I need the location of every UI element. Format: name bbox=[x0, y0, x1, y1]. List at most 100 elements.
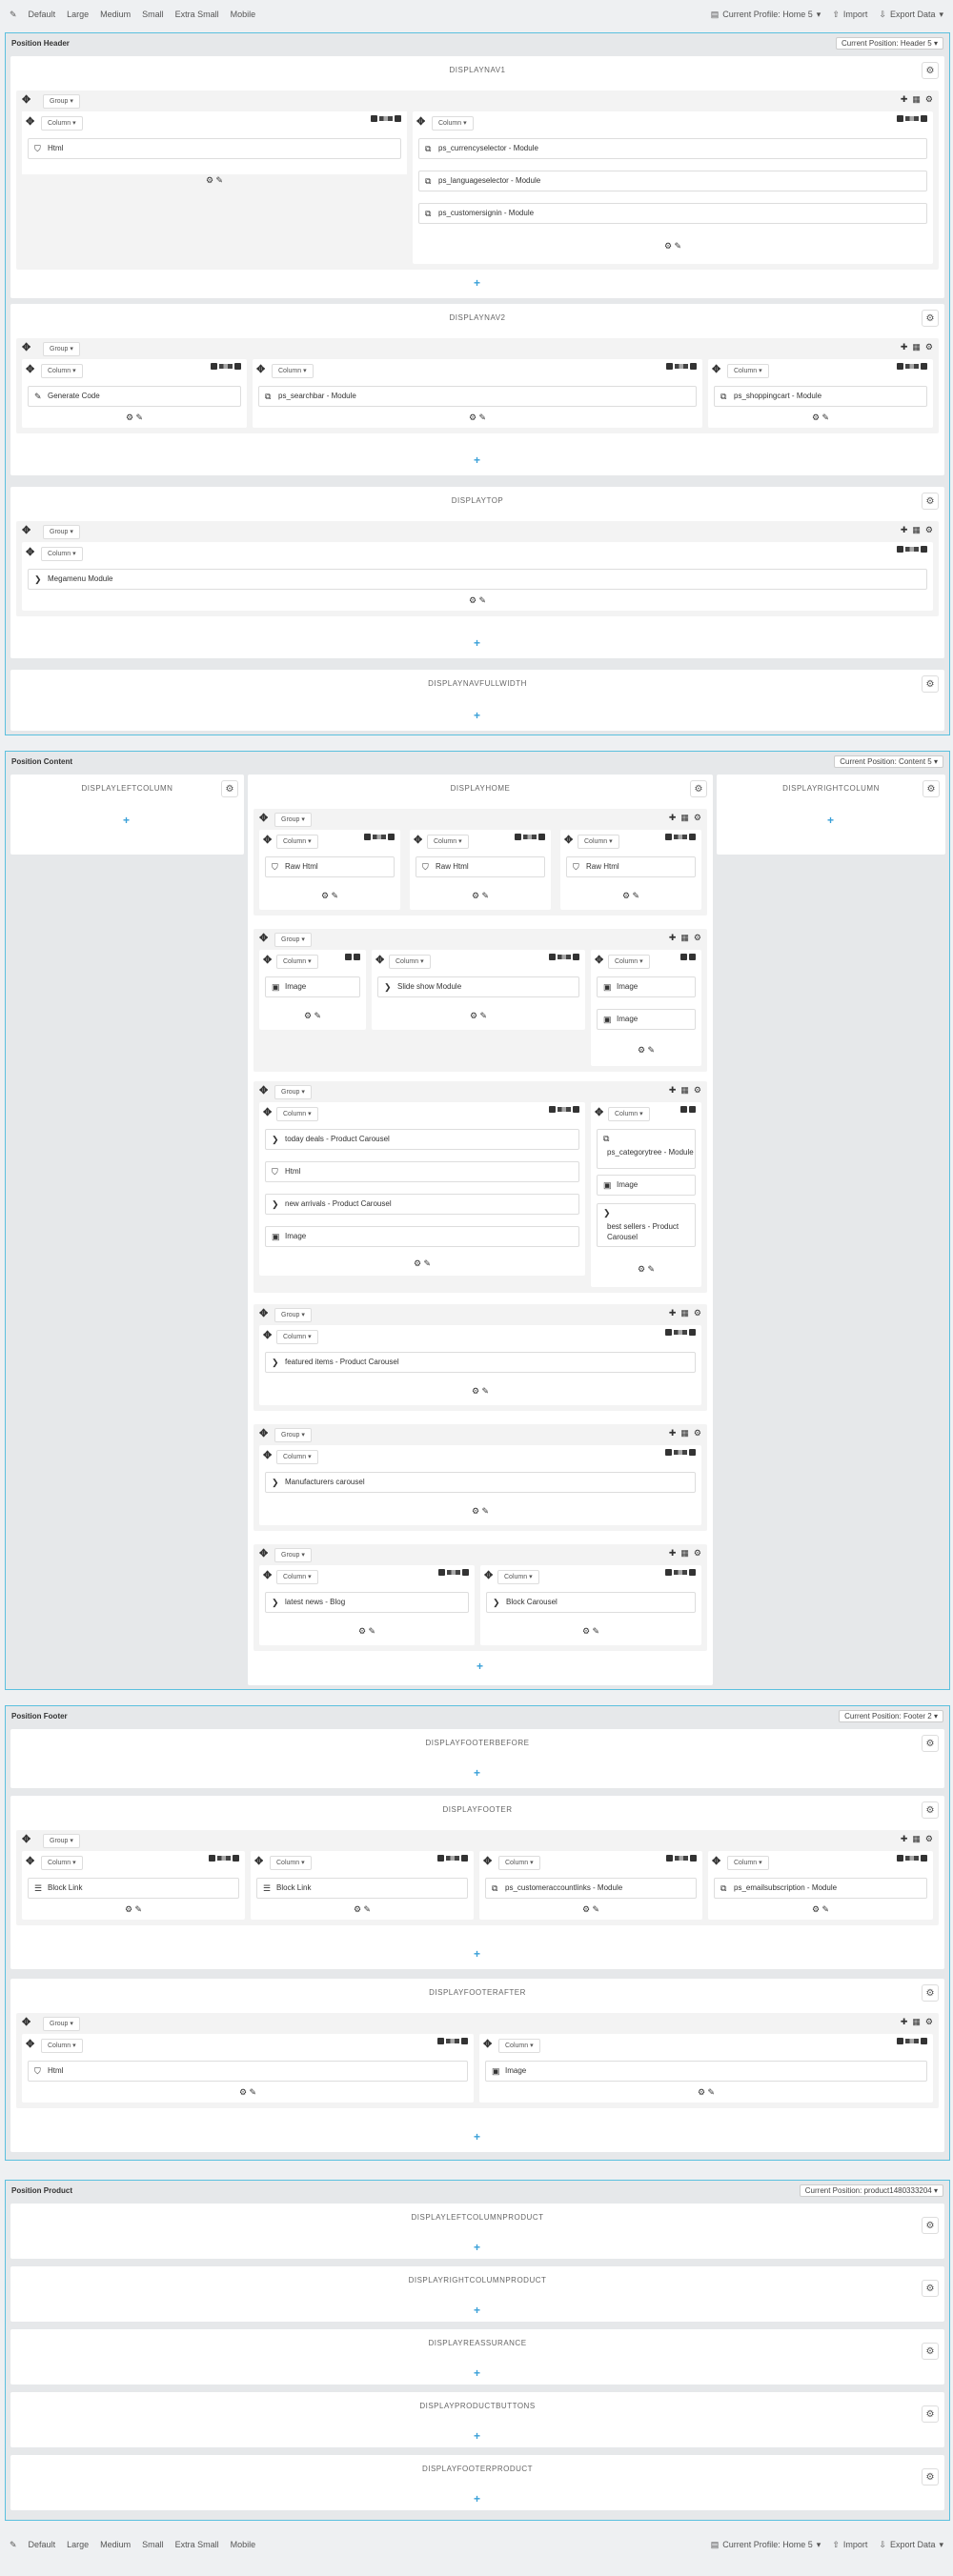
add-group-button[interactable]: + bbox=[827, 815, 834, 826]
gear-icon[interactable]: ⚙ bbox=[922, 2280, 939, 2297]
module-image[interactable]: ▣ Image bbox=[265, 976, 360, 997]
current-position-dropdown[interactable]: Current Position: Footer 2 ▾ bbox=[839, 1709, 943, 1722]
device-medium[interactable]: Medium bbox=[100, 10, 131, 19]
gear-icon[interactable]: ⚙ bbox=[922, 2217, 939, 2234]
device-large[interactable]: Large bbox=[67, 2540, 89, 2549]
import-button[interactable]: ⇧ Import bbox=[832, 10, 867, 20]
module-image[interactable]: ▣ Image bbox=[485, 2061, 927, 2082]
gear-icon[interactable]: ⚙ bbox=[922, 1984, 939, 2002]
column-footer[interactable]: ⚙ ✎ bbox=[413, 241, 933, 252]
add-group-button[interactable]: + bbox=[474, 2430, 480, 2442]
profile-dropdown[interactable]: ▤ Current Profile: Home 5 ▾ bbox=[711, 2540, 821, 2550]
device-extra-small[interactable]: Extra Small bbox=[175, 10, 219, 19]
module-categorytree[interactable]: ⧉ ps_categorytree - Module bbox=[597, 1129, 696, 1169]
device-mobile[interactable]: Mobile bbox=[231, 2540, 256, 2549]
plus-icon[interactable] bbox=[395, 115, 401, 122]
gear-icon[interactable]: ⚙ bbox=[922, 1735, 939, 1752]
gear-icon[interactable]: ⚙ bbox=[690, 780, 707, 797]
add-group-button[interactable]: + bbox=[123, 815, 130, 826]
add-group-button[interactable]: + bbox=[474, 2242, 480, 2253]
add-group-button[interactable]: + bbox=[474, 1767, 480, 1779]
add-group-button[interactable]: + bbox=[476, 1660, 483, 1672]
gear-icon[interactable]: ⚙ bbox=[221, 780, 238, 797]
module-today-deals[interactable]: ❯ today deals - Product Carousel bbox=[265, 1129, 579, 1150]
settings-icon[interactable]: ⚙ bbox=[925, 94, 933, 105]
module-raw-html[interactable]: ⛉ Raw Html bbox=[265, 856, 395, 877]
module-manufacturers-carousel[interactable]: ❯ Manufacturers carousel bbox=[265, 1472, 696, 1493]
move-icon[interactable]: ✥ bbox=[22, 95, 30, 106]
add-group-button[interactable]: + bbox=[474, 454, 480, 466]
current-position-dropdown[interactable]: Current Position: product1480333204 ▾ bbox=[799, 2184, 943, 2197]
module-emailsubscription[interactable]: ⧉ ps_emailsubscription - Module bbox=[714, 1878, 927, 1899]
add-group-button[interactable]: + bbox=[474, 637, 480, 649]
column-dropdown[interactable]: Column ▾ bbox=[432, 116, 474, 131]
device-large[interactable]: Large bbox=[67, 10, 89, 19]
module-latest-news[interactable]: ❯ latest news - Blog bbox=[265, 1592, 469, 1613]
gear-icon[interactable]: ⚙ bbox=[922, 1801, 939, 1819]
current-position-dropdown[interactable]: Current Position: Header 5 ▾ bbox=[836, 36, 943, 50]
module-image[interactable]: ▣ Image bbox=[597, 1009, 696, 1030]
module-slideshow[interactable]: ❯ Slide show Module bbox=[377, 976, 579, 997]
module-megamenu[interactable]: ❯ Megamenu Module bbox=[28, 569, 927, 590]
add-column-icon[interactable]: ✚ bbox=[901, 94, 908, 105]
add-group-button[interactable]: + bbox=[474, 1948, 480, 1960]
minus-icon[interactable] bbox=[371, 115, 377, 122]
group-dropdown[interactable]: Group ▾ bbox=[43, 342, 80, 356]
module-best-sellers[interactable]: ❯ best sellers - Product Carousel bbox=[597, 1203, 696, 1247]
column-footer[interactable]: ⚙ ✎ bbox=[22, 175, 407, 186]
add-group-button[interactable]: + bbox=[474, 2131, 480, 2143]
module-raw-html[interactable]: ⛉ Raw Html bbox=[566, 856, 696, 877]
width-icon[interactable] bbox=[379, 116, 393, 121]
device-small[interactable]: Small bbox=[142, 2540, 164, 2549]
layout-icon[interactable]: ▦ bbox=[912, 94, 921, 105]
add-group-button[interactable]: + bbox=[474, 710, 480, 721]
module-image[interactable]: ▣ Image bbox=[265, 1226, 579, 1247]
module-html[interactable]: ⛉ Html bbox=[265, 1161, 579, 1182]
move-icon[interactable]: ✥ bbox=[22, 343, 30, 353]
device-small[interactable]: Small bbox=[142, 10, 164, 19]
add-group-button[interactable]: + bbox=[474, 2493, 480, 2505]
gear-icon[interactable]: ⚙ bbox=[922, 675, 939, 693]
gear-icon[interactable]: ⚙ bbox=[922, 493, 939, 510]
module-html[interactable]: ⛉ Html bbox=[28, 2061, 468, 2082]
gear-icon[interactable]: ⚙ bbox=[922, 2343, 939, 2360]
module-image[interactable]: ▣ Image bbox=[597, 976, 696, 997]
group-dropdown[interactable]: Group ▾ bbox=[43, 94, 80, 109]
import-button[interactable]: ⇧ Import bbox=[832, 2540, 867, 2550]
module-block-link[interactable]: ☰ Block Link bbox=[28, 1878, 239, 1899]
move-icon[interactable]: ✥ bbox=[416, 117, 425, 128]
export-button[interactable]: ⇩ Export Data ▾ bbox=[879, 2540, 943, 2550]
device-default[interactable]: Default bbox=[29, 10, 56, 19]
module-image[interactable]: ▣ Image bbox=[597, 1175, 696, 1196]
module-generate-code[interactable]: ✎ Generate Code bbox=[28, 386, 241, 407]
device-medium[interactable]: Medium bbox=[100, 2540, 131, 2549]
current-position-dropdown[interactable]: Current Position: Content 5 ▾ bbox=[834, 755, 943, 768]
gear-icon[interactable]: ⚙ bbox=[923, 780, 940, 797]
module-languageselector[interactable]: ⧉ ps_languageselector - Module bbox=[418, 171, 927, 191]
module-block-carousel[interactable]: ❯ Block Carousel bbox=[486, 1592, 696, 1613]
gear-icon[interactable]: ⚙ bbox=[922, 2405, 939, 2423]
module-shoppingcart[interactable]: ⧉ ps_shoppingcart - Module bbox=[714, 386, 927, 407]
module-raw-html[interactable]: ⛉ Raw Html bbox=[416, 856, 545, 877]
device-default[interactable]: Default bbox=[29, 2540, 56, 2549]
column-dropdown[interactable]: Column ▾ bbox=[41, 116, 83, 131]
export-button[interactable]: ⇩ Export Data ▾ bbox=[879, 10, 943, 20]
gear-icon[interactable]: ⚙ bbox=[922, 2468, 939, 2485]
module-block-link[interactable]: ☰ Block Link bbox=[256, 1878, 468, 1899]
device-mobile[interactable]: Mobile bbox=[231, 10, 256, 19]
module-featured-items[interactable]: ❯ featured items - Product Carousel bbox=[265, 1352, 696, 1373]
wrench-icon[interactable]: ✎ bbox=[10, 10, 17, 20]
gear-icon[interactable]: ⚙ bbox=[922, 310, 939, 327]
module-html[interactable]: ⛉ Html bbox=[28, 138, 401, 159]
add-group-button[interactable]: + bbox=[474, 2367, 480, 2379]
gear-icon[interactable]: ⚙ bbox=[922, 62, 939, 79]
module-searchbar[interactable]: ⧉ ps_searchbar - Module bbox=[258, 386, 697, 407]
wrench-icon[interactable]: ✎ bbox=[10, 2540, 17, 2550]
move-icon[interactable]: ✥ bbox=[26, 117, 34, 128]
device-extra-small[interactable]: Extra Small bbox=[175, 2540, 219, 2549]
add-group-button[interactable]: + bbox=[474, 2304, 480, 2316]
add-group-button[interactable]: + bbox=[474, 277, 480, 289]
module-currencyselector[interactable]: ⧉ ps_currencyselector - Module bbox=[418, 138, 927, 159]
module-customeraccountlinks[interactable]: ⧉ ps_customeraccountlinks - Module bbox=[485, 1878, 697, 1899]
module-customersignin[interactable]: ⧉ ps_customersignin - Module bbox=[418, 203, 927, 224]
